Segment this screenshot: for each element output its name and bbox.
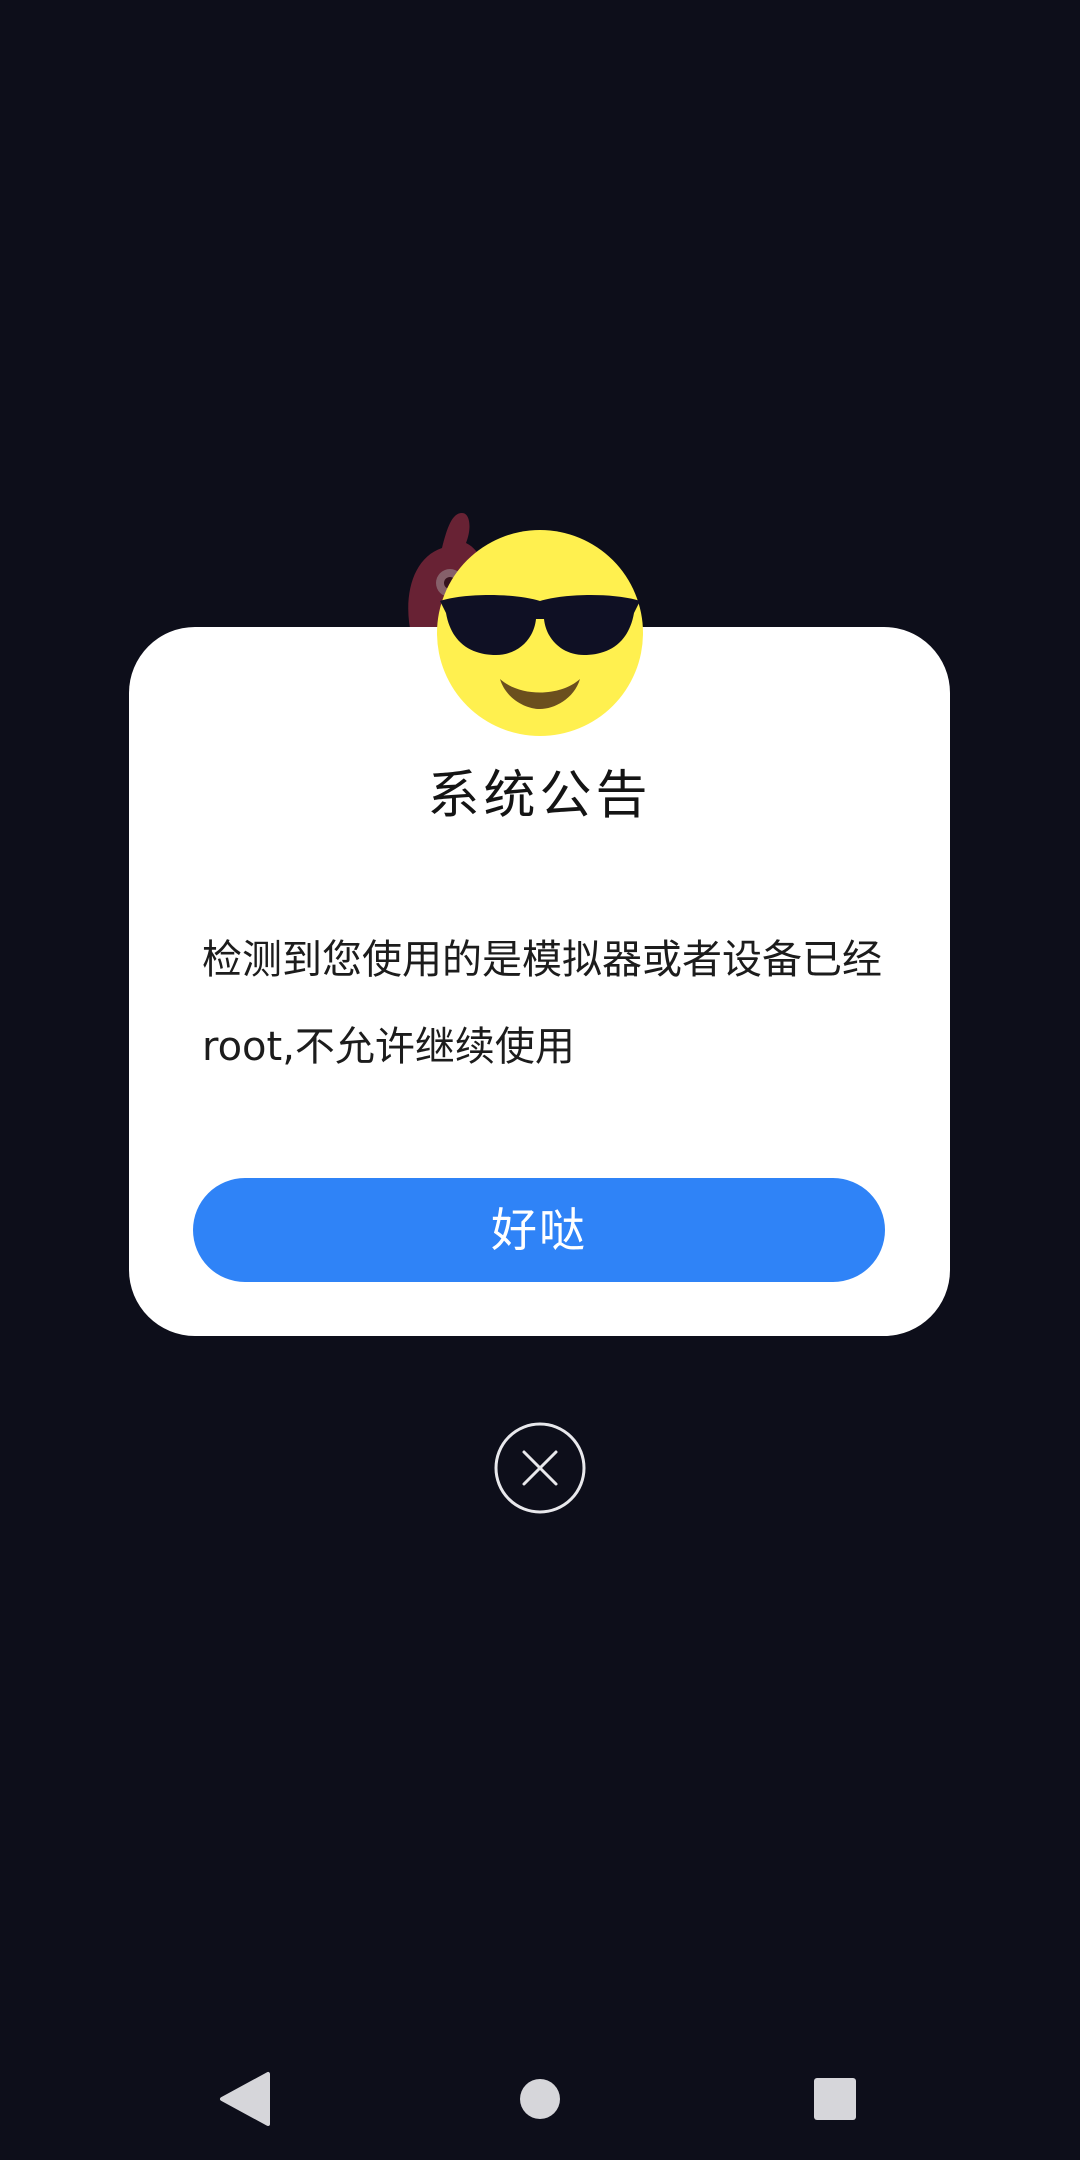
- dialog-title: 系统公告: [427, 766, 652, 826]
- home-icon[interactable]: [505, 2064, 575, 2134]
- close-icon[interactable]: [494, 1422, 586, 1514]
- screen: 系统公告 检测到您使用的是模拟器或者设备已经root,不允许继续使用 好哒: [0, 0, 1080, 2160]
- recent-apps-icon[interactable]: [800, 2064, 870, 2134]
- dialog-message: 检测到您使用的是模拟器或者设备已经root,不允许继续使用: [202, 937, 882, 1070]
- system-navigation-bar: [0, 2040, 1080, 2160]
- confirm-button[interactable]: 好哒: [193, 1178, 885, 1282]
- smiling-face-with-sunglasses-icon: [437, 530, 643, 736]
- back-icon[interactable]: [208, 2064, 278, 2134]
